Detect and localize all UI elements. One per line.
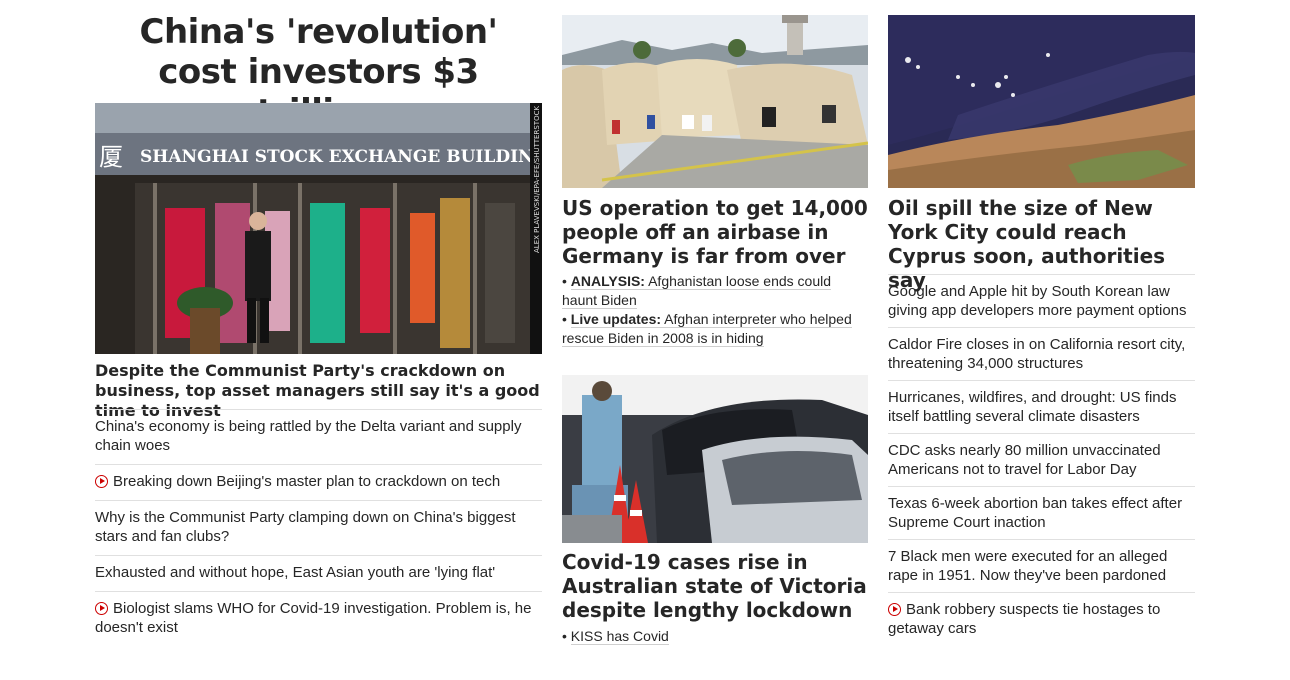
list-item[interactable]: Hurricanes, wildfires, and drought: US f… (888, 380, 1195, 433)
link-text[interactable]: Hurricanes, wildfires, and drought: US f… (888, 389, 1176, 425)
bullet-item[interactable]: • Live updates: Afghan interpreter who h… (562, 310, 868, 348)
top-story-column: China's 'revolution' cost investors $3 t… (95, 12, 542, 636)
airbase-headline[interactable]: US operation to get 14,000 people off an… (562, 196, 868, 268)
airbase-tents-image[interactable] (562, 15, 868, 188)
link-text[interactable]: Texas 6-week abortion ban takes effect a… (888, 495, 1182, 531)
covid-headline[interactable]: Covid-19 cases rise in Australian state … (562, 550, 868, 622)
airbase-bullets: • ANALYSIS: Afghanistan loose ends could… (562, 272, 868, 348)
link-text[interactable]: China's economy is being rattled by the … (95, 418, 521, 454)
bullet-text[interactable]: KISS has Covid (570, 628, 669, 645)
bullet-item[interactable]: • ANALYSIS: Afghanistan loose ends could… (562, 272, 868, 310)
link-text[interactable]: Biologist slams WHO for Covid-19 investi… (95, 600, 532, 636)
related-links-list: China's economy is being rattled by the … (95, 409, 542, 646)
list-item[interactable]: CDC asks nearly 80 million unvaccinated … (888, 433, 1195, 486)
list-item[interactable]: Biologist slams WHO for Covid-19 investi… (95, 591, 542, 646)
link-text[interactable]: Why is the Communist Party clamping down… (95, 509, 516, 545)
list-item[interactable]: Google and Apple hit by South Korean law… (888, 274, 1195, 327)
link-text[interactable]: Caldor Fire closes in on California reso… (888, 336, 1185, 372)
link-text[interactable]: CDC asks nearly 80 million unvaccinated … (888, 442, 1161, 478)
image-credit: ALEX PLAVEVSKI/EPA-EFE/SHUTTERSTOCK (533, 106, 541, 253)
video-play-icon (888, 603, 901, 616)
more-stories-list: Google and Apple hit by South Korean law… (888, 274, 1195, 645)
covid-testing-image[interactable] (562, 375, 868, 543)
bullet-label: Live updates: (570, 311, 662, 327)
sign-text: SHANGHAI STOCK EXCHANGE BUILDING (140, 147, 542, 167)
link-text[interactable]: 7 Black men were executed for an alleged… (888, 548, 1167, 584)
video-play-icon (95, 602, 108, 615)
sign-char: 厦 (99, 143, 123, 171)
stock-exchange-image[interactable]: 厦 SHANGHAI STOCK EXCHANGE BUILDING ALEX … (95, 103, 542, 354)
bullet-label: ANALYSIS: (570, 273, 645, 289)
oil-spill-satellite-image[interactable] (888, 15, 1195, 188)
link-text[interactable]: Bank robbery suspects tie hostages to ge… (888, 601, 1160, 637)
list-item[interactable]: 7 Black men were executed for an alleged… (888, 539, 1195, 592)
list-item[interactable]: Caldor Fire closes in on California reso… (888, 327, 1195, 380)
list-item[interactable]: Breaking down Beijing's master plan to c… (95, 464, 542, 500)
link-text[interactable]: Google and Apple hit by South Korean law… (888, 283, 1187, 319)
list-item[interactable]: Bank robbery suspects tie hostages to ge… (888, 592, 1195, 645)
list-item[interactable]: Exhausted and without hope, East Asian y… (95, 555, 542, 591)
list-item[interactable]: China's economy is being rattled by the … (95, 409, 542, 464)
video-play-icon (95, 475, 108, 488)
covid-bullets: • KISS has Covid (562, 627, 868, 646)
link-text[interactable]: Breaking down Beijing's master plan to c… (113, 473, 500, 490)
link-text[interactable]: Exhausted and without hope, East Asian y… (95, 564, 495, 581)
bullet-item[interactable]: • KISS has Covid (562, 627, 868, 646)
list-item[interactable]: Why is the Communist Party clamping down… (95, 500, 542, 555)
list-item[interactable]: Texas 6-week abortion ban takes effect a… (888, 486, 1195, 539)
